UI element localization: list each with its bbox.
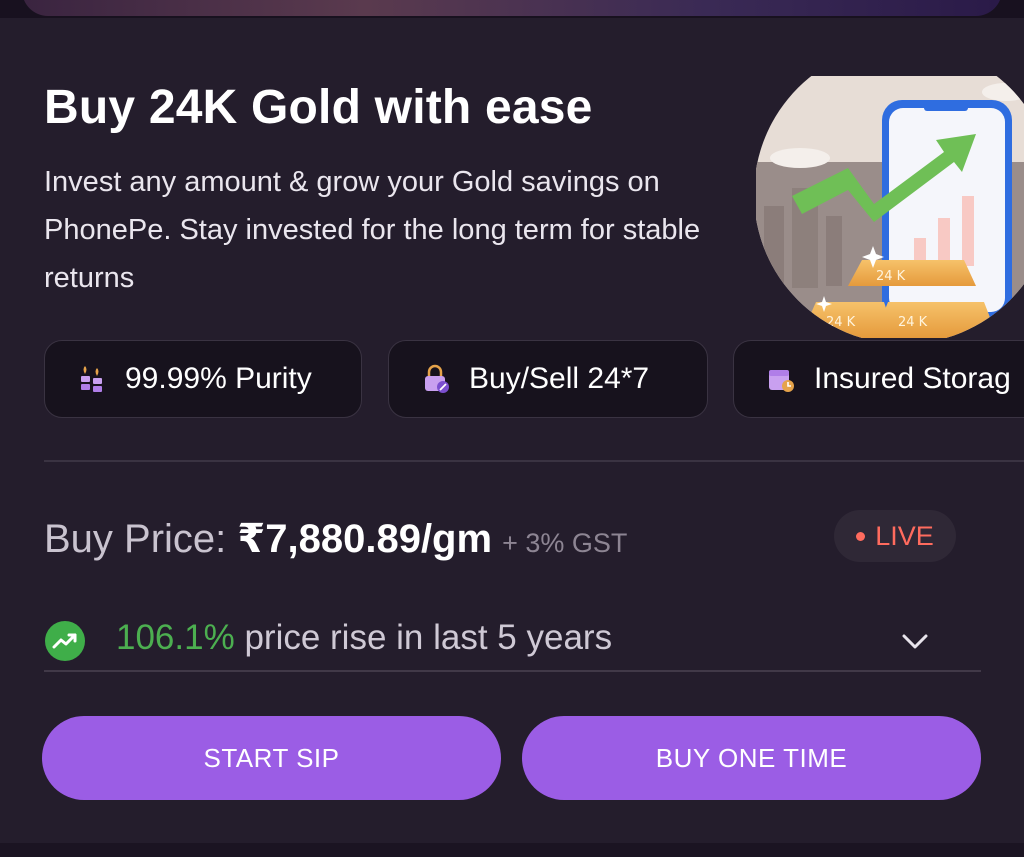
trend-up-icon [45, 621, 85, 661]
live-badge: LIVE [834, 510, 956, 562]
gold-bar-label: 24 K [826, 315, 856, 330]
hero-description: Invest any amount & grow your Gold savin… [44, 166, 701, 294]
price-rise-divider [44, 670, 981, 672]
price-rise-description: price rise in last 5 years [234, 618, 613, 657]
price-rise-text: 106.1% price rise in last 5 years [116, 618, 612, 658]
bottom-edge [0, 843, 1024, 857]
gold-hero-card: Buy 24K Gold with ease Invest any amount… [0, 18, 1024, 466]
buy-price: Buy Price: ₹7,880.89/gm + 3% GST [44, 516, 627, 562]
gold-bar-label: 24 K [876, 269, 906, 284]
gst-note: + 3% GST [502, 528, 628, 558]
live-label: LIVE [875, 520, 934, 551]
hero-divider [44, 460, 1024, 462]
start-sip-button[interactable]: START SIP [42, 716, 501, 800]
feature-label-purity: 99.99% Purity [125, 362, 312, 395]
insured-box-icon [769, 370, 794, 392]
buy-price-value: ₹7,880.89/gm [237, 517, 493, 561]
gold-investment-screen: Buy 24K Gold with ease Invest any amount… [0, 0, 1024, 857]
feature-label-buy-sell: Buy/Sell 24*7 [469, 362, 650, 395]
feature-chip-buy-sell: Buy/Sell 24*7 [388, 340, 708, 418]
chevron-down-icon[interactable] [900, 626, 930, 656]
feature-chip-purity: 99.99% Purity [44, 340, 362, 418]
gold-investment-illustration: 24 K 24 K 24 K [756, 76, 1024, 338]
gold-bar-label: 24 K [898, 315, 928, 330]
lock-clock-icon [425, 364, 449, 393]
feature-label-insured: Insured Storag [814, 362, 1011, 395]
gold-stack-icon [81, 366, 102, 392]
feature-chip-insured: Insured Storag [733, 340, 1024, 418]
buy-price-label: Buy Price: [44, 517, 238, 561]
hero-title: Buy 24K Gold with ease [44, 81, 593, 134]
live-dot-icon [856, 531, 866, 541]
top-banner-edge [22, 0, 1002, 16]
buy-one-time-button[interactable]: BUY ONE TIME [522, 716, 981, 800]
feature-chips-row[interactable]: 99.99% Purity Buy/Sell 24*7 Insured Stor… [44, 340, 1024, 420]
price-rise-percent: 106.1% [116, 618, 235, 657]
price-rise-row[interactable]: 106.1% price rise in last 5 years [44, 614, 981, 670]
price-section: Buy Price: ₹7,880.89/gm + 3% GST LIVE 106… [0, 466, 1024, 857]
